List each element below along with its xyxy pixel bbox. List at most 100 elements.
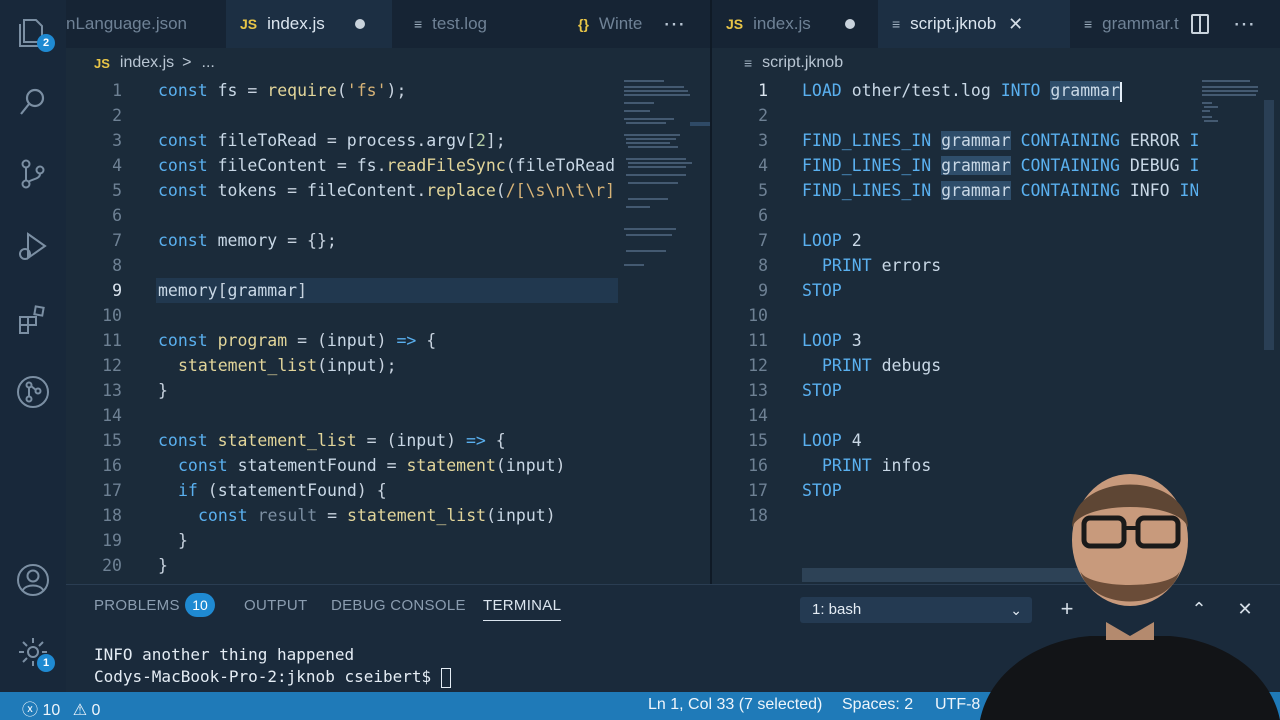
js-file-icon: JS [94,55,110,71]
code-line: const program = (input) => { [158,331,437,350]
unsaved-dot-icon [354,19,365,29]
breadcrumb-file[interactable]: index.js [120,54,174,72]
line-number: 12 [748,356,768,375]
code-line: PRINT errors [822,256,942,275]
code-line: const fileContent = fs.readFileSync(file… [158,156,616,175]
line-number: 10 [748,306,768,325]
file-icon: ≡ [1084,16,1093,32]
tab-script-jknob[interactable]: ≡ script.jknob ✕ [878,0,1070,48]
code-line: LOOP 3 [802,331,862,350]
split-editor-icon[interactable] [1186,10,1214,38]
code-line: FIND_LINES_IN grammar CONTAINING ERROR I [802,131,1198,150]
indentation[interactable]: Spaces: 2 [842,696,913,714]
line-number: 7 [112,231,122,250]
tab-output[interactable]: OUTPUT [244,597,307,614]
file-icon: ≡ [892,16,901,32]
line-number: 15 [748,431,768,450]
code-line: const tokens = fileContent.replace(/[\s\… [158,181,616,200]
code-line: LOOP 4 [802,431,862,450]
tab-label: script.jknob [910,14,997,33]
tab-language-json[interactable]: nLanguage.json [66,0,226,48]
code-line: LOOP 2 [802,231,862,250]
terminal-cursor [440,667,451,688]
line-number: 5 [758,181,768,200]
problems-status[interactable]: ⓧ 10 ⚠ 0 [22,696,100,720]
code-line: const result = statement_list(input) [198,506,556,525]
left-tab-bar: nLanguage.json JS index.js ≡ test.log {}… [66,0,710,48]
tab-terminal[interactable]: TERMINAL [483,597,562,621]
tab-test-log[interactable]: ≡ test.log [400,0,550,48]
line-number: 3 [112,131,122,150]
line-number: 5 [112,181,122,200]
error-icon: ⓧ [22,702,39,719]
line-number: 9 [112,281,122,300]
tab-problems[interactable]: PROBLEMS [94,597,180,614]
cursor-position[interactable]: Ln 1, Col 33 (7 selected) [648,696,822,714]
line-number: 6 [112,206,122,225]
breadcrumb: JS index.js > ... [94,50,215,76]
code-line: STOP [802,381,842,400]
code-line: FIND_LINES_IN grammar CONTAINING DEBUG I [802,156,1198,175]
tab-label: index.js [753,14,811,33]
manage-gear-icon[interactable]: 1 [15,634,55,672]
activity-bar: 2 1 [0,0,66,692]
terminal-select-value: 1: bash [812,601,862,618]
code-line: memory[grammar] [158,281,308,300]
tab-label: test.log [432,14,487,33]
terminal-line: INFO another thing happened [94,645,355,664]
remote-git-icon[interactable] [15,374,51,410]
source-control-icon[interactable] [15,156,51,192]
account-icon[interactable] [15,562,51,598]
left-editor[interactable]: 1 const fs = require('fs'); 2 3 const file… [66,78,622,584]
js-file-icon: JS [726,16,744,32]
line-number: 16 [748,456,768,475]
json-file-icon: {} [578,16,589,32]
terminal-prompt[interactable]: Codys-MacBook-Pro-2:jknob cseibert$ [94,667,451,688]
run-debug-icon[interactable] [15,228,51,264]
search-icon[interactable] [15,84,51,120]
tab-winte[interactable]: {} Winte [564,0,660,48]
tab-label: nLanguage.json [66,14,188,33]
right-minimap[interactable] [1200,78,1266,138]
tab-label: grammar.t [1102,14,1179,33]
code-line: statement_list(input); [178,356,397,375]
code-line: PRINT debugs [822,356,942,375]
tab-index-js[interactable]: JS index.js [226,0,392,48]
line-number: 3 [758,131,768,150]
code-line: const memory = {}; [158,231,337,250]
line-number: 13 [748,381,768,400]
manage-badge: 1 [37,654,55,672]
vertical-scrollbar[interactable] [1264,100,1274,350]
line-number: 11 [102,331,122,350]
breadcrumb-right: ≡ script.jknob [744,50,843,76]
extensions-icon[interactable] [15,302,51,338]
left-minimap[interactable] [622,78,710,278]
line-number: 4 [112,156,122,175]
code-line: } [158,556,168,575]
minimap-slider[interactable] [690,122,710,126]
more-actions-icon[interactable]: ⋯ [1230,10,1258,38]
line-number: 1 [112,81,122,100]
code-line: } [178,531,188,550]
code-line: PRINT infos [822,456,932,475]
line-number: 9 [758,281,768,300]
tab-debug-console[interactable]: DEBUG CONSOLE [331,597,466,614]
line-number: 15 [102,431,122,450]
js-file-icon: JS [240,16,258,32]
unsaved-dot-icon [844,19,855,29]
tab-grammar[interactable]: ≡ grammar.t [1070,0,1196,48]
close-icon[interactable]: ✕ [1008,14,1023,35]
tab-index-js-right[interactable]: JS index.js [712,0,878,48]
line-number: 2 [112,106,122,125]
line-number: 2 [758,106,768,125]
explorer-icon[interactable]: 2 [15,14,55,52]
breadcrumb-more[interactable]: ... [202,54,215,72]
code-line: if (statementFound) { [178,481,387,500]
more-actions-icon[interactable]: ⋯ [660,10,688,38]
encoding[interactable]: UTF-8 [935,696,980,714]
line-number: 7 [758,231,768,250]
file-icon: ≡ [744,55,753,71]
breadcrumb-file[interactable]: script.jknob [762,54,843,72]
line-number: 17 [748,481,768,500]
line-number: 8 [112,256,122,275]
